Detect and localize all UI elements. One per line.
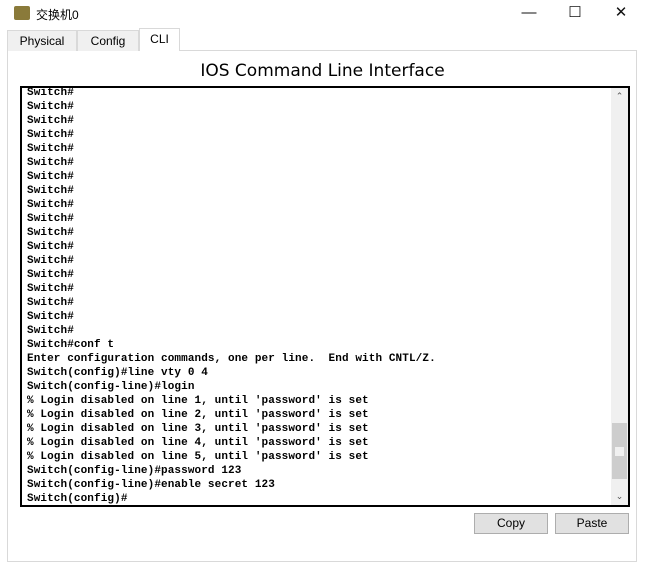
window-title: 交换机0: [36, 8, 79, 22]
terminal-line: Switch#: [27, 325, 74, 337]
terminal-line: Enter configuration commands, one per li…: [27, 353, 436, 365]
terminal-line: Switch#: [27, 101, 74, 113]
terminal-line: Switch#: [27, 157, 74, 169]
grip-icon: [615, 447, 624, 456]
terminal-line: % Login disabled on line 4, until 'passw…: [27, 437, 369, 449]
terminal-line: Switch#: [27, 171, 74, 183]
terminal-line: Switch(config)#line vty 0 4: [27, 367, 208, 379]
terminal-line: Switch(config-line)#enable secret 123: [27, 479, 275, 491]
terminal-output: Switch# Switch# Switch# Switch# Switch# Switc…: [27, 87, 436, 505]
paste-button[interactable]: Paste: [555, 513, 629, 534]
terminal-line: Switch#: [27, 115, 74, 127]
scroll-up-icon[interactable]: ⌃: [611, 88, 628, 105]
tab-config[interactable]: Config: [77, 30, 139, 51]
terminal-line: Switch#: [27, 297, 74, 309]
terminal-line: % Login disabled on line 5, until 'passw…: [27, 451, 369, 463]
terminal-line: % Login disabled on line 1, until 'passw…: [27, 395, 369, 407]
vertical-scrollbar[interactable]: ⌃ ⌄: [611, 88, 628, 505]
terminal-line: Switch#: [27, 129, 74, 141]
terminal-line: Switch#: [27, 255, 74, 267]
terminal-line: % Login disabled on line 2, until 'passw…: [27, 409, 369, 421]
close-button[interactable]: ✕: [598, 0, 644, 28]
terminal-line: Switch#: [27, 283, 74, 295]
terminal-line: Switch#: [27, 227, 74, 239]
copy-button[interactable]: Copy: [474, 513, 548, 534]
tab-cli[interactable]: CLI: [139, 28, 180, 51]
terminal-line: % Login disabled on line 3, until 'passw…: [27, 423, 369, 435]
maximize-button[interactable]: ☐: [552, 0, 598, 28]
scroll-down-icon[interactable]: ⌄: [611, 488, 628, 505]
terminal-line: Switch#: [27, 213, 74, 225]
cli-terminal[interactable]: Switch# Switch# Switch# Switch# Switch# Switc…: [20, 86, 630, 507]
terminal-line: Switch#: [27, 185, 74, 197]
switch-device-icon: [14, 6, 30, 20]
tab-physical[interactable]: Physical: [7, 30, 77, 51]
terminal-line: Switch#: [27, 87, 74, 99]
page-title: IOS Command Line Interface: [200, 61, 445, 81]
terminal-line: Switch#: [27, 241, 74, 253]
terminal-line: Switch#: [27, 143, 74, 155]
title-bar: 交换机0 — ☐ ✕: [0, 0, 645, 28]
terminal-line: Switch(config-line)#password 123: [27, 465, 242, 477]
minimize-button[interactable]: —: [506, 0, 552, 28]
terminal-line: Switch(config)#: [27, 493, 128, 505]
terminal-line: Switch#: [27, 199, 74, 211]
terminal-line: Switch#conf t: [27, 339, 115, 351]
terminal-line: Switch#: [27, 269, 74, 281]
terminal-line: Switch(config-line)#login: [27, 381, 195, 393]
scrollbar-thumb[interactable]: [612, 423, 627, 479]
terminal-line: Switch#: [27, 311, 74, 323]
